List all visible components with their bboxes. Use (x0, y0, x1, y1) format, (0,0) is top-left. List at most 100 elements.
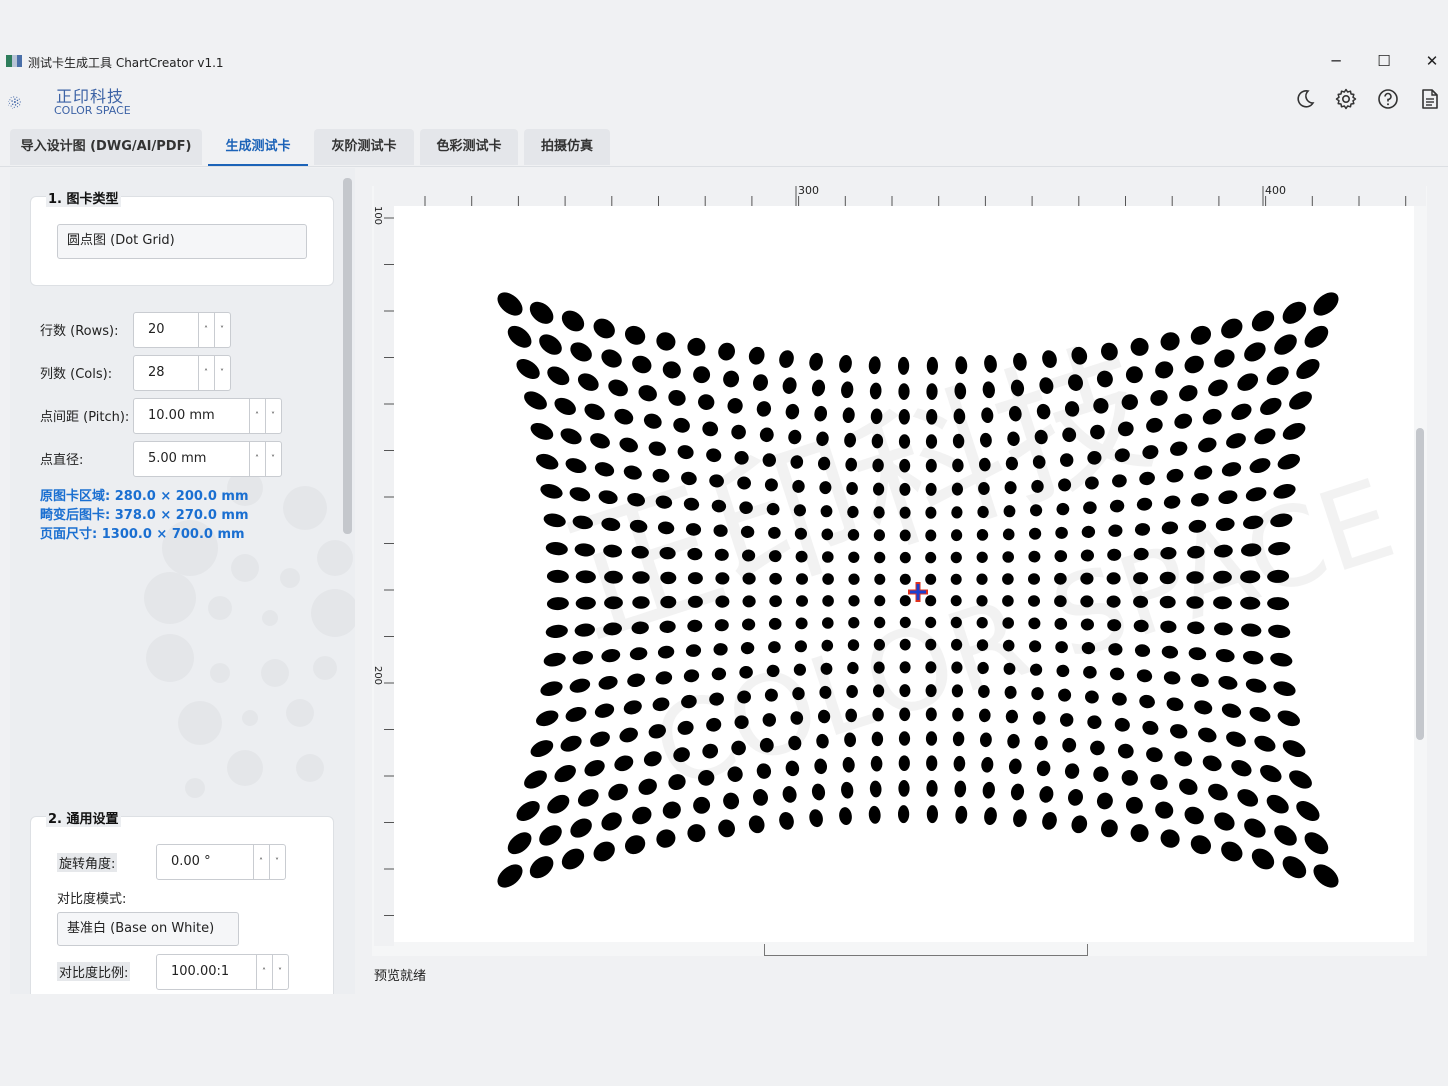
grid-dot (584, 760, 605, 777)
close-button[interactable]: ✕ (1417, 50, 1447, 72)
preview-vertical-scrollbar[interactable] (1416, 428, 1424, 740)
diameter-increment-button[interactable]: ˅ (265, 442, 280, 476)
grid-dot (593, 841, 615, 862)
diameter-decrement-button[interactable]: ˄ (249, 442, 264, 476)
grid-dot (748, 815, 765, 834)
grid-dot (572, 650, 593, 665)
grid-dot (1163, 495, 1181, 509)
cols-increment-button[interactable]: ˅ (214, 356, 229, 390)
rows-spinbox[interactable]: 20 ˄ ˅ (133, 312, 231, 348)
grid-dot (547, 366, 570, 386)
grid-dot (925, 506, 937, 519)
grid-dot (1139, 694, 1155, 709)
grid-dot (925, 595, 937, 607)
rotation-increment-button[interactable]: ˅ (269, 845, 284, 879)
grid-dot (811, 783, 826, 801)
grid-dot (560, 428, 582, 445)
grid-dot (1160, 332, 1180, 351)
grid-dot (926, 409, 938, 425)
grid-dot (981, 757, 994, 773)
grid-dot (1214, 349, 1235, 368)
contrast-ratio-label: 对比度比例: (57, 962, 131, 981)
grid-dot (874, 573, 886, 585)
grid-dot (687, 824, 706, 843)
chart-type-select[interactable]: 圆点图 (Dot Grid) (57, 224, 307, 259)
tab-generate-chart[interactable]: 生成测试卡 (208, 129, 308, 166)
cols-spinbox[interactable]: 28 ˄ ˅ (133, 355, 231, 391)
moon-icon[interactable] (1294, 88, 1316, 110)
grid-dot (1202, 408, 1222, 425)
grid-dot (898, 780, 910, 797)
grid-dot (1005, 709, 1019, 724)
grid-dot (984, 807, 997, 826)
grid-dot (1179, 778, 1198, 795)
tab-import-design[interactable]: 导入设计图 (DWG/AI/PDF) (10, 129, 202, 165)
grid-dot (536, 453, 559, 470)
diameter-label: 点直径: (40, 453, 84, 468)
rows-increment-button[interactable]: ˅ (214, 313, 229, 347)
grid-dot (565, 706, 587, 722)
grid-dot (590, 433, 610, 449)
grid-dot (524, 770, 547, 789)
tab-color-chart[interactable]: 色彩测试卡 (420, 129, 518, 165)
pitch-spinbox[interactable]: 10.00 mm ˄ ˅ (133, 398, 282, 434)
grid-dot (925, 707, 937, 722)
grid-dot (1160, 829, 1180, 848)
grid-dot (925, 616, 937, 629)
maximize-button[interactable]: ☐ (1369, 50, 1399, 72)
grid-dot (718, 342, 735, 361)
grid-dot (1274, 825, 1297, 846)
grid-dot (632, 355, 652, 374)
rotation-decrement-button[interactable]: ˄ (253, 845, 268, 879)
grid-dot (1130, 337, 1149, 356)
minimize-button[interactable]: ─ (1321, 50, 1351, 72)
rotation-label: 旋转角度: (57, 853, 118, 872)
rows-decrement-button[interactable]: ˄ (198, 313, 213, 347)
grid-dot (779, 350, 794, 368)
grid-dot (1289, 770, 1312, 789)
left-ruler-label-100: 100 (372, 205, 384, 226)
help-icon[interactable] (1377, 88, 1399, 110)
grid-dot (497, 864, 523, 888)
contrast-ratio-increment-button[interactable]: ˅ (272, 955, 287, 989)
section-chart-type-title: 1. 图卡类型 (46, 188, 121, 207)
contrast-ratio-spinbox[interactable]: 100.00:1 ˄ ˅ (156, 954, 289, 990)
grid-dot (1130, 824, 1149, 843)
tab-grayscale-chart[interactable]: 灰阶测试卡 (314, 129, 414, 165)
dot-grid-preview[interactable]: 正印科技COLOR SPACE (394, 206, 1414, 942)
grid-dot (1085, 690, 1099, 704)
grid-dot (529, 301, 554, 324)
grid-dot (899, 595, 911, 607)
grid-dot (768, 617, 782, 630)
grid-dot (1237, 373, 1259, 391)
settings-panel-scrollbar[interactable] (343, 178, 352, 534)
grid-dot (868, 805, 881, 824)
contrast-ratio-decrement-button[interactable]: ˄ (256, 955, 271, 989)
grid-dot (1179, 385, 1198, 402)
gear-icon[interactable] (1335, 88, 1357, 110)
document-icon[interactable] (1419, 88, 1441, 110)
grid-dot (1170, 441, 1188, 456)
rotation-value: 0.00 ° (171, 854, 211, 869)
rotation-spinbox[interactable]: 0.00 ° ˄ ˅ (156, 844, 286, 880)
grid-dot (546, 597, 569, 611)
grid-dot (756, 401, 772, 417)
preview-horizontal-scrollbar[interactable] (764, 944, 1088, 956)
settings-panel: 1. 图卡类型 圆点图 (Dot Grid) 行数 (Rows): 20 ˄ ˅… (10, 168, 355, 994)
grid-dot (570, 342, 592, 362)
grid-dot (782, 377, 797, 394)
grid-dot (898, 731, 911, 746)
grid-dot (898, 409, 910, 425)
grid-dot (727, 398, 743, 414)
pitch-increment-button[interactable]: ˅ (265, 399, 280, 433)
diameter-spinbox[interactable]: 5.00 mm ˄ ˅ (133, 441, 282, 477)
left-ruler: 100 200 (372, 205, 394, 946)
grid-dot (540, 681, 563, 696)
grid-dot (1117, 743, 1134, 759)
tab-shooting-sim[interactable]: 拍摄仿真 (524, 129, 610, 165)
contrast-mode-select[interactable]: 基准白 (Base on White) (57, 912, 239, 946)
grid-dot (899, 573, 911, 585)
logo-icon (8, 96, 21, 109)
pitch-decrement-button[interactable]: ˄ (249, 399, 264, 433)
cols-decrement-button[interactable]: ˄ (198, 356, 213, 390)
